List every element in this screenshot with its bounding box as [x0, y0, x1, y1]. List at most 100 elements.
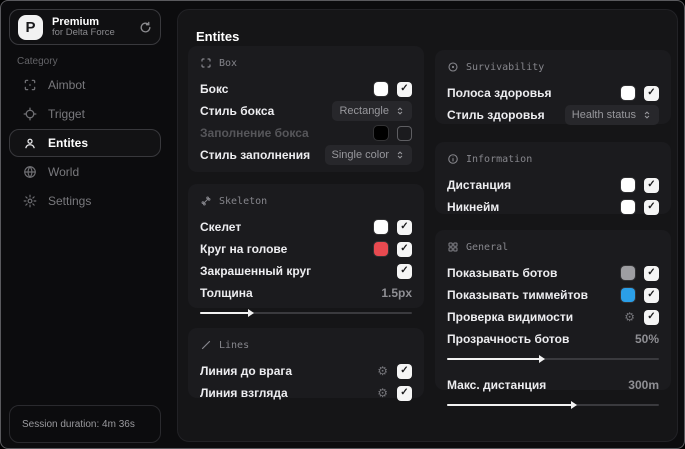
setting-row: Проверка видимости ⚙ ✓ — [447, 306, 659, 328]
color-swatch[interactable] — [621, 288, 635, 302]
general-card: General Показывать ботов ✓ Показывать ти… — [435, 230, 671, 409]
sidebar-item-world[interactable]: World — [9, 158, 161, 186]
setting-label: Круг на голове — [200, 242, 288, 256]
refresh-icon[interactable] — [139, 21, 152, 34]
setting-row: Стиль здоровья Health status — [447, 104, 659, 126]
setting-row: Круг на голове ✓ — [200, 238, 412, 260]
box-icon — [201, 58, 211, 68]
check-icon: ✓ — [647, 311, 656, 322]
skeleton-section-header: Skeleton — [200, 194, 412, 208]
setting-label: Линия взгляда — [200, 386, 288, 400]
main-panel: Entites Box Бокс ✓ Стиль бокса Rectangle — [177, 9, 678, 442]
max-distance-slider[interactable] — [447, 401, 659, 409]
color-swatch[interactable] — [621, 86, 635, 100]
check-icon: ✓ — [400, 221, 409, 232]
setting-label: Бокс — [200, 82, 229, 96]
setting-label: Стиль здоровья — [447, 108, 545, 122]
setting-label: Дистанция — [447, 178, 512, 192]
setting-label: Макс. дистанция — [447, 378, 547, 392]
check-icon: ✓ — [400, 387, 409, 398]
checkbox[interactable]: ✓ — [397, 363, 412, 379]
checkbox[interactable]: ✓ — [644, 177, 659, 193]
sidebar-item-entites[interactable]: Entites — [9, 129, 161, 157]
setting-row: Линия взгляда ⚙ ✓ — [200, 382, 412, 404]
setting-label: Стиль заполнения — [200, 148, 311, 162]
checkbox[interactable]: ✓ — [397, 263, 412, 279]
brand-title: Premium — [52, 15, 100, 28]
color-swatch[interactable] — [374, 126, 388, 140]
color-swatch[interactable] — [621, 266, 635, 280]
checkbox[interactable]: ✓ — [644, 265, 659, 281]
brand-card: P Premium for Delta Force — [9, 9, 161, 45]
gear-icon[interactable]: ⚙ — [377, 365, 388, 377]
unfold-icon — [397, 107, 403, 115]
checkbox[interactable]: ✓ — [397, 385, 412, 401]
color-swatch[interactable] — [374, 220, 388, 234]
setting-row: Полоса здоровья ✓ — [447, 82, 659, 104]
thickness-slider[interactable] — [200, 309, 412, 317]
brand-logo: P — [18, 14, 43, 40]
slider-thumb[interactable] — [571, 401, 578, 409]
trigger-icon — [23, 107, 37, 121]
color-swatch[interactable] — [374, 82, 388, 96]
info-icon — [448, 154, 458, 164]
checkbox[interactable]: ✓ — [644, 85, 659, 101]
setting-label: Стиль бокса — [200, 104, 275, 118]
general-section-header: General — [447, 240, 659, 254]
unfold-icon — [644, 111, 650, 119]
sidebar-item-settings[interactable]: Settings — [9, 187, 161, 215]
sidebar-item-aimbot[interactable]: Aimbot — [9, 71, 161, 99]
checkbox[interactable]: ✓ — [644, 287, 659, 303]
checkbox[interactable]: ✓ — [644, 309, 659, 325]
check-icon: ✓ — [400, 83, 409, 94]
app-window: P Premium for Delta Force Category Aimbo… — [0, 0, 685, 449]
setting-label: Показывать ботов — [447, 266, 558, 280]
gear-icon[interactable]: ⚙ — [624, 311, 635, 323]
information-card: Information Дистанция ✓ Никнейм ✓ — [435, 142, 671, 215]
session-duration-text: Session duration: 4m 36s — [22, 418, 135, 430]
check-icon: ✓ — [647, 201, 656, 212]
setting-row: Стиль бокса Rectangle — [200, 100, 412, 122]
checkbox[interactable]: ✓ — [397, 241, 412, 257]
setting-row: Показывать ботов ✓ — [447, 262, 659, 284]
fill-style-dropdown[interactable]: Single color — [324, 145, 412, 165]
setting-row: Толщина 1.5px — [200, 282, 412, 304]
box-style-dropdown[interactable]: Rectangle — [332, 101, 412, 121]
sidebar-item-label: World — [48, 165, 80, 179]
check-icon: ✓ — [647, 87, 656, 98]
entities-icon — [23, 136, 37, 150]
setting-label: Заполнение бокса — [200, 126, 309, 140]
slider-thumb[interactable] — [539, 355, 546, 363]
color-swatch[interactable] — [621, 200, 635, 214]
checkbox[interactable] — [397, 125, 412, 141]
check-icon: ✓ — [400, 365, 409, 376]
bot-opacity-slider[interactable] — [447, 355, 659, 363]
setting-row: Показывать тиммейтов ✓ — [447, 284, 659, 306]
slider-thumb[interactable] — [247, 309, 254, 317]
setting-row: Бокс ✓ — [200, 78, 412, 100]
survivability-card: Survivability Полоса здоровья ✓ Стиль зд… — [435, 50, 671, 126]
health-style-dropdown[interactable]: Health status — [564, 105, 659, 125]
health-icon — [448, 62, 458, 72]
gear-icon[interactable]: ⚙ — [377, 387, 388, 399]
sidebar-item-trigget[interactable]: Trigget — [9, 100, 161, 128]
box-card: Box Бокс ✓ Стиль бокса Rectangle Заполне… — [188, 46, 424, 172]
session-duration-card: Session duration: 4m 36s — [9, 405, 161, 443]
setting-label: Проверка видимости — [447, 310, 574, 324]
lines-section-header: Lines — [200, 338, 412, 352]
color-swatch[interactable] — [621, 178, 635, 192]
setting-row: Прозрачность ботов 50% — [447, 328, 659, 350]
checkbox[interactable]: ✓ — [644, 199, 659, 215]
checkbox[interactable]: ✓ — [397, 81, 412, 97]
survivability-section-header: Survivability — [447, 60, 659, 74]
color-swatch[interactable] — [374, 242, 388, 256]
globe-icon — [23, 165, 37, 179]
setting-row: Закрашенный круг ✓ — [200, 260, 412, 282]
checkbox[interactable]: ✓ — [397, 219, 412, 235]
sidebar-item-label: Settings — [48, 194, 92, 208]
sidebar-nav: Aimbot Trigget Entites World Settings — [9, 71, 161, 216]
brand-subtitle: for Delta Force — [52, 26, 115, 38]
setting-label: Показывать тиммейтов — [447, 288, 588, 302]
information-section-header: Information — [447, 152, 659, 166]
slider-value: 50% — [634, 332, 659, 346]
